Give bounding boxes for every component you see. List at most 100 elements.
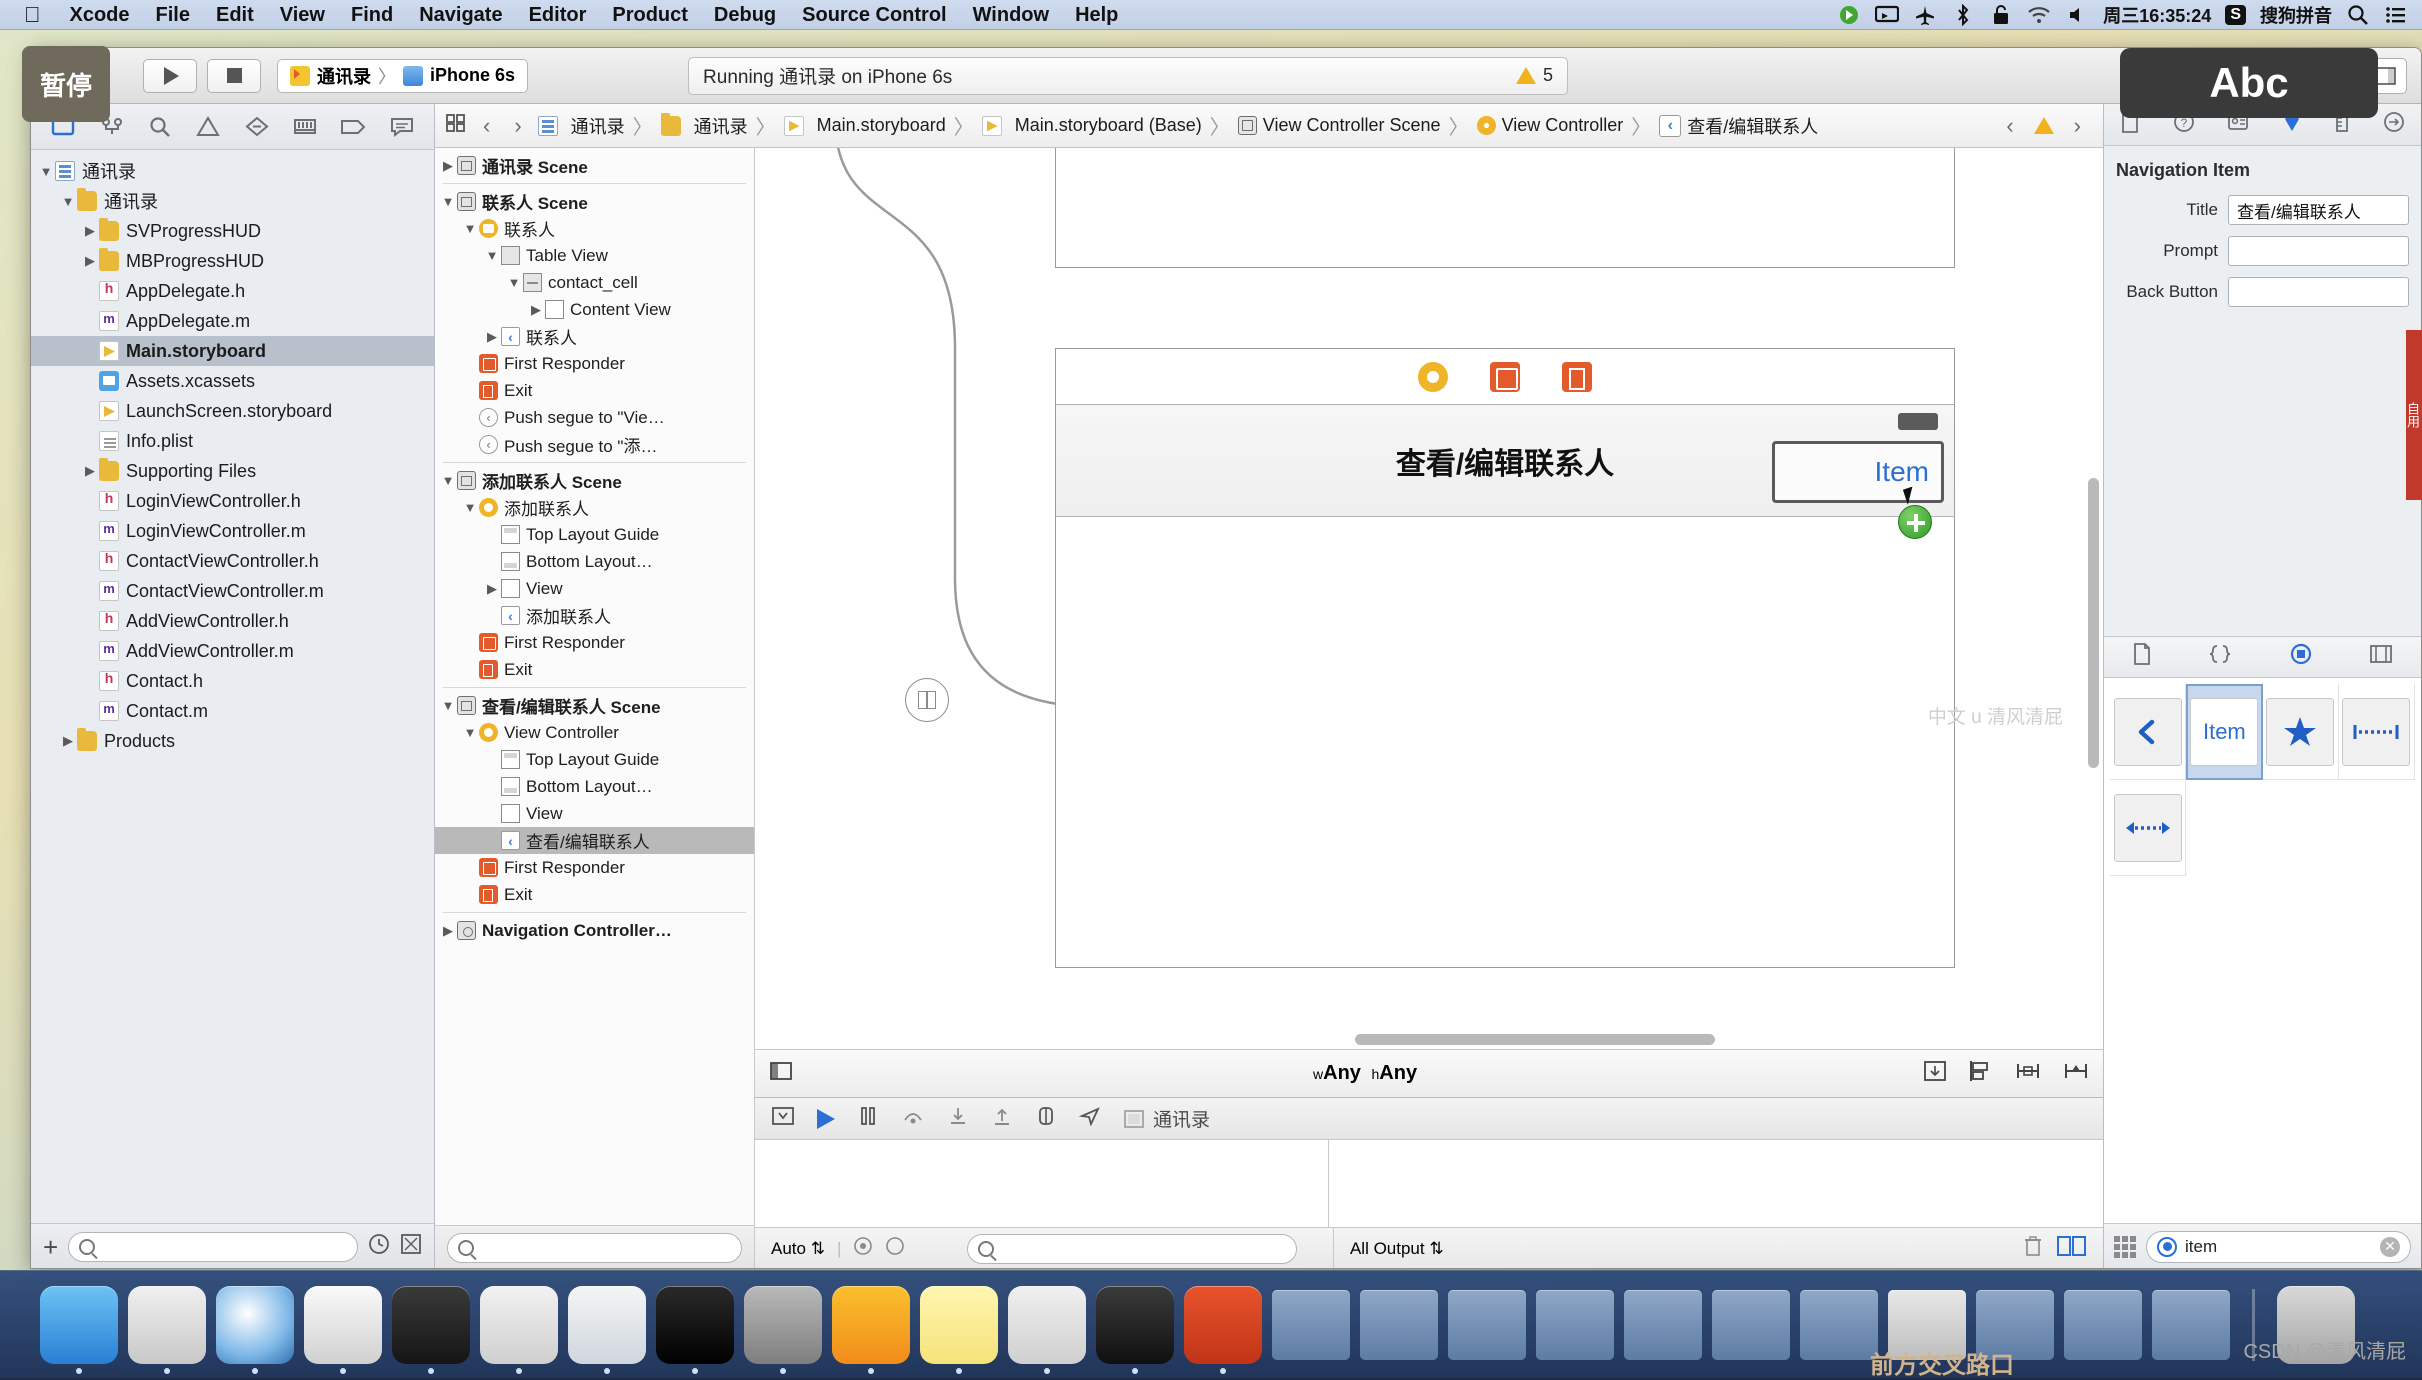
disclosure-triangle-icon[interactable]: ▼ bbox=[483, 248, 501, 263]
menu-item-navigate[interactable]: Navigate bbox=[406, 0, 515, 30]
prompt-field[interactable] bbox=[2228, 236, 2409, 266]
outline-row-5[interactable]: ▼contact_cell bbox=[435, 269, 754, 296]
outline-row-17[interactable]: ▶View bbox=[435, 575, 754, 602]
next-issue-button[interactable]: › bbox=[2066, 113, 2089, 139]
menu-item-file[interactable]: File bbox=[143, 0, 203, 30]
menu-item-editor[interactable]: Editor bbox=[516, 0, 600, 30]
input-method-label[interactable]: 搜狗拼音 bbox=[2260, 2, 2332, 28]
project-navigator-tree[interactable]: ▼通讯录▼通讯录▶SVProgressHUD▶MBProgressHUDAppD… bbox=[31, 150, 434, 1223]
library-search-input[interactable]: item ✕ bbox=[2146, 1231, 2411, 1263]
outline-row-19[interactable]: First Responder bbox=[435, 629, 754, 656]
size-class-indicator[interactable]: wAny hAny bbox=[1313, 1062, 1417, 1085]
symbol-navigator-tab[interactable] bbox=[143, 112, 177, 142]
outline-row-7[interactable]: ▶‹联系人 bbox=[435, 323, 754, 350]
pin-icon[interactable] bbox=[2015, 1060, 2041, 1088]
dock-icon-terminal[interactable] bbox=[656, 1286, 734, 1364]
outline-row-20[interactable]: Exit bbox=[435, 656, 754, 683]
disclosure-triangle-icon[interactable]: ▶ bbox=[439, 923, 457, 939]
lock-icon[interactable] bbox=[1989, 5, 2013, 25]
outline-row-11[interactable]: ‹Push segue to "添… bbox=[435, 431, 754, 458]
outline-row-28[interactable]: First Responder bbox=[435, 854, 754, 881]
library-item-bar-button-item-back[interactable] bbox=[2110, 684, 2186, 780]
breadcrumb-item-0[interactable]: 通讯录 bbox=[538, 113, 625, 139]
update-frames-icon[interactable] bbox=[1923, 1060, 1947, 1088]
first-responder-icon[interactable] bbox=[1490, 362, 1520, 392]
dock-window-10[interactable] bbox=[2064, 1290, 2142, 1360]
disclosure-triangle-icon[interactable]: ▶ bbox=[483, 581, 501, 597]
align-icon[interactable] bbox=[1969, 1060, 1993, 1088]
object-library-grid[interactable]: Item bbox=[2104, 678, 2421, 1223]
disclosure-triangle-icon[interactable]: ▼ bbox=[461, 725, 479, 740]
back-button-field[interactable] bbox=[2228, 277, 2409, 307]
view-controller-card-partial[interactable] bbox=[1055, 148, 1955, 268]
outline-row-18[interactable]: ‹添加联系人 bbox=[435, 602, 754, 629]
outline-row-22[interactable]: ▼查看/编辑联系人 Scene bbox=[435, 692, 754, 719]
canvas-horizontal-scrollbar[interactable] bbox=[1355, 1034, 1715, 1045]
bluetooth-icon[interactable] bbox=[1951, 5, 1975, 25]
navigator-row-18[interactable]: Contact.m bbox=[31, 696, 434, 726]
breadcrumb-item-2[interactable]: Main.storyboard bbox=[784, 115, 946, 136]
apple-menu-icon[interactable]:  bbox=[14, 0, 57, 30]
dock-window-11[interactable] bbox=[2152, 1290, 2230, 1360]
dock-icon-safari[interactable] bbox=[216, 1286, 294, 1364]
dock-icon-xcode[interactable] bbox=[1184, 1286, 1262, 1364]
title-field[interactable]: 查看/编辑联系人 bbox=[2228, 195, 2409, 225]
dock-window-1[interactable] bbox=[1272, 1290, 1350, 1360]
navigator-row-16[interactable]: AddViewController.m bbox=[31, 636, 434, 666]
dock-icon-help-app[interactable] bbox=[1008, 1286, 1086, 1364]
disclosure-triangle-icon[interactable]: ▼ bbox=[439, 194, 457, 209]
storyboard-canvas[interactable]: 查看/编辑联系人 Item 中文 u 清风清屁 bbox=[755, 148, 2103, 1049]
step-into-icon[interactable] bbox=[947, 1106, 969, 1132]
navigator-row-8[interactable]: LaunchScreen.storyboard bbox=[31, 396, 434, 426]
debug-view-hierarchy-icon[interactable] bbox=[1035, 1106, 1057, 1132]
navigator-row-15[interactable]: AddViewController.h bbox=[31, 606, 434, 636]
run-button[interactable] bbox=[143, 59, 197, 93]
warning-triangle-icon[interactable] bbox=[2034, 117, 2054, 134]
dock-icon-mouse-app[interactable] bbox=[304, 1286, 382, 1364]
scheme-selector[interactable]: 通讯录 〉 iPhone 6s bbox=[277, 59, 528, 93]
variables-view[interactable] bbox=[755, 1140, 1329, 1227]
disclosure-triangle-icon[interactable]: ▶ bbox=[527, 302, 545, 318]
navigator-row-3[interactable]: ▶MBProgressHUD bbox=[31, 246, 434, 276]
navigator-filter-input[interactable] bbox=[68, 1232, 358, 1262]
airplay-icon[interactable] bbox=[1875, 5, 1899, 25]
search-icon[interactable] bbox=[2346, 5, 2370, 25]
menu-item-source-control[interactable]: Source Control bbox=[789, 0, 959, 30]
dock-icon-tools-app[interactable] bbox=[480, 1286, 558, 1364]
outline-filter-input[interactable] bbox=[447, 1233, 742, 1263]
scene-anchor-icon[interactable] bbox=[905, 678, 949, 722]
add-file-button[interactable]: + bbox=[43, 1234, 58, 1260]
menu-item-find[interactable]: Find bbox=[338, 0, 406, 30]
object-library-tab[interactable] bbox=[2289, 642, 2313, 672]
disclosure-triangle-icon[interactable]: ▼ bbox=[439, 698, 457, 713]
console-scope-popup[interactable]: All Output ⇅ bbox=[1350, 1239, 1444, 1259]
outline-row-27[interactable]: ‹查看/编辑联系人 bbox=[435, 827, 754, 854]
dock-window-7[interactable] bbox=[1800, 1290, 1878, 1360]
dock-icon-xcode-simulator[interactable] bbox=[1096, 1286, 1174, 1364]
navigator-row-2[interactable]: ▶SVProgressHUD bbox=[31, 216, 434, 246]
code-snippet-library-tab[interactable] bbox=[2208, 643, 2232, 671]
wifi-icon[interactable] bbox=[2027, 5, 2051, 25]
navigator-row-19[interactable]: ▶Products bbox=[31, 726, 434, 756]
view-controller-card[interactable]: 查看/编辑联系人 Item bbox=[1055, 348, 1955, 968]
document-outline-tree[interactable]: ▶通讯录 Scene▼联系人 Scene▼联系人▼Table View▼cont… bbox=[435, 148, 754, 1225]
breadcrumb-item-4[interactable]: View Controller Scene bbox=[1238, 115, 1441, 136]
outline-row-16[interactable]: Bottom Layout… bbox=[435, 548, 754, 575]
disclosure-triangle-icon[interactable]: ▼ bbox=[37, 164, 55, 179]
dock-window-3[interactable] bbox=[1448, 1290, 1526, 1360]
library-item-fixed-space-bar-button-item[interactable] bbox=[2339, 684, 2415, 780]
navigator-row-4[interactable]: AppDelegate.h bbox=[31, 276, 434, 306]
resolve-issues-icon[interactable] bbox=[2063, 1060, 2089, 1088]
outline-row-10[interactable]: ‹Push segue to "Vie… bbox=[435, 404, 754, 431]
dock-window-5[interactable] bbox=[1624, 1290, 1702, 1360]
screen-record-icon[interactable] bbox=[1837, 5, 1861, 25]
warning-indicator[interactable]: 5 bbox=[1516, 65, 1553, 86]
variables-scope-popup[interactable]: Auto ⇅ bbox=[771, 1239, 825, 1259]
outline-row-15[interactable]: Top Layout Guide bbox=[435, 521, 754, 548]
disclosure-triangle-icon[interactable]: ▼ bbox=[461, 500, 479, 515]
navigator-row-1[interactable]: ▼通讯录 bbox=[31, 186, 434, 216]
library-item-bar-button-item-star[interactable] bbox=[2263, 684, 2339, 780]
navigator-row-17[interactable]: Contact.h bbox=[31, 666, 434, 696]
jump-back-button[interactable]: ‹ bbox=[475, 113, 498, 139]
outline-row-0[interactable]: ▶通讯录 Scene bbox=[435, 152, 754, 179]
